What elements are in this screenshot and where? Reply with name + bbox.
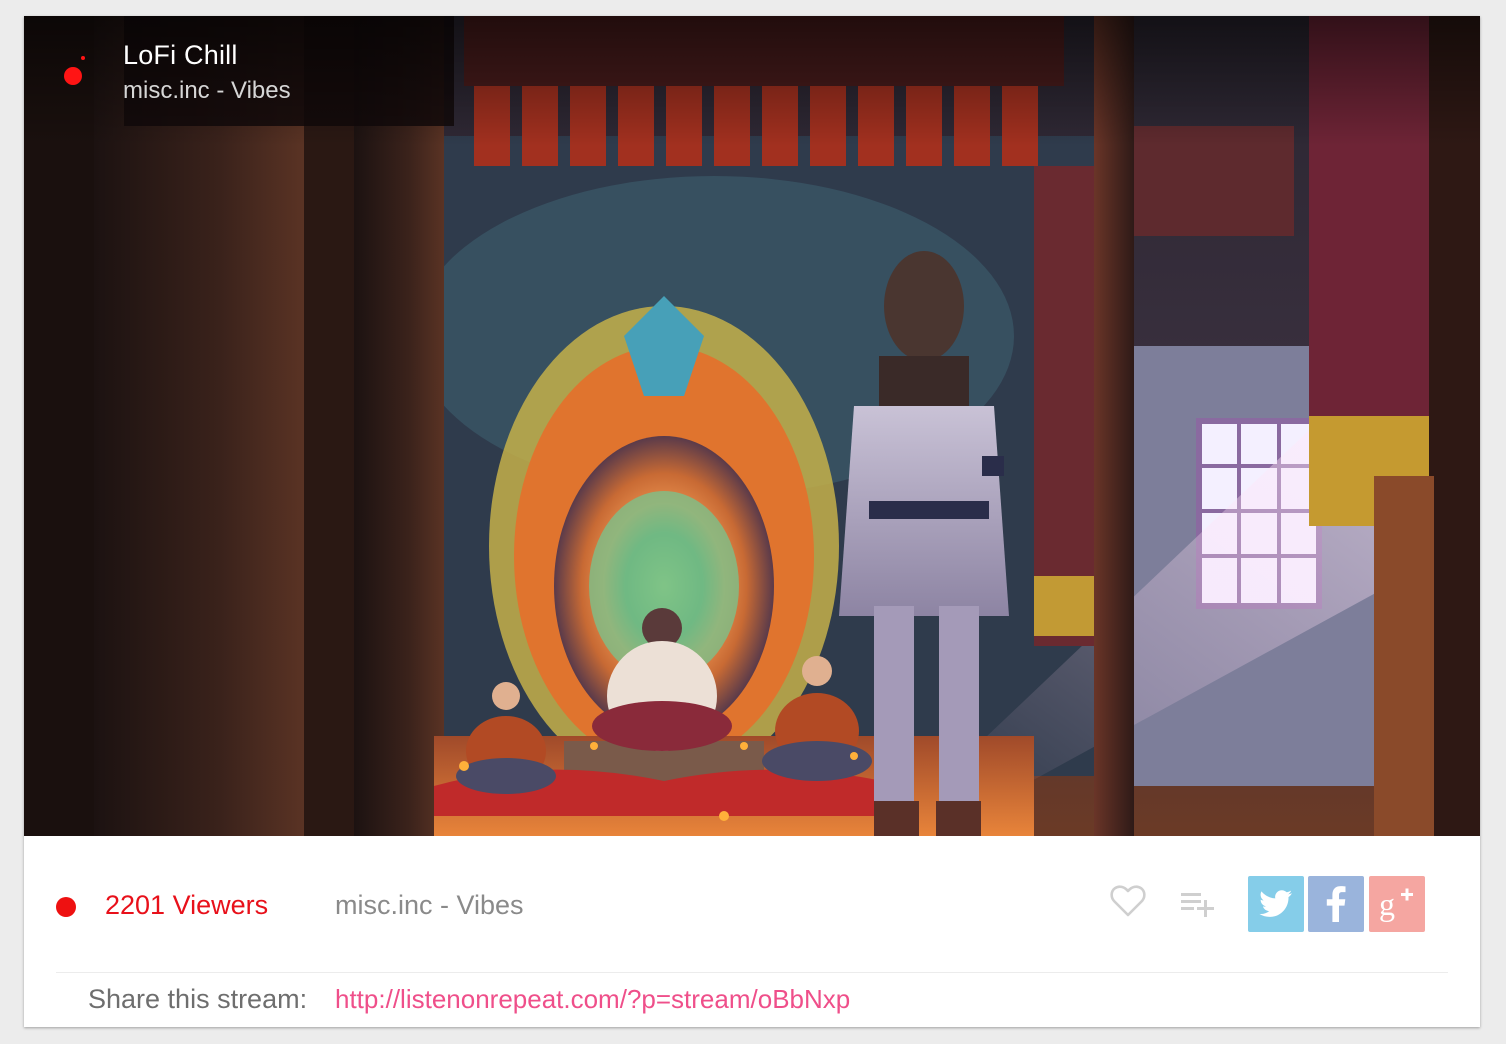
google-plus-icon: g <box>1379 886 1413 922</box>
facebook-share-button[interactable] <box>1308 876 1364 932</box>
video-title: LoFi Chill <box>123 40 238 70</box>
google-plus-share-button[interactable]: g <box>1369 876 1425 932</box>
twitter-share-button[interactable] <box>1248 876 1304 932</box>
stream-card: LoFi Chill misc.inc - Vibes 2201 Viewers… <box>24 16 1480 1027</box>
svg-text:g: g <box>1379 886 1395 922</box>
video-subtitle: misc.inc - Vibes <box>123 77 291 104</box>
playlist-add-icon[interactable] <box>1179 888 1217 918</box>
live-indicator-icon <box>64 67 82 85</box>
viewer-count: 2201 Viewers <box>105 890 269 920</box>
stream-artist: misc.inc - Vibes <box>335 890 524 920</box>
heart-icon[interactable] <box>1109 884 1147 918</box>
live-indicator-small <box>81 56 85 60</box>
divider <box>56 972 1448 973</box>
share-link[interactable]: http://listenonrepeat.com/?p=stream/oBbN… <box>335 984 850 1015</box>
facebook-f-icon <box>1326 886 1346 922</box>
share-label: Share this stream: <box>88 984 308 1014</box>
twitter-bird-icon <box>1259 890 1292 917</box>
live-dot-icon <box>56 897 76 917</box>
video-player[interactable]: LoFi Chill misc.inc - Vibes <box>24 16 1480 836</box>
